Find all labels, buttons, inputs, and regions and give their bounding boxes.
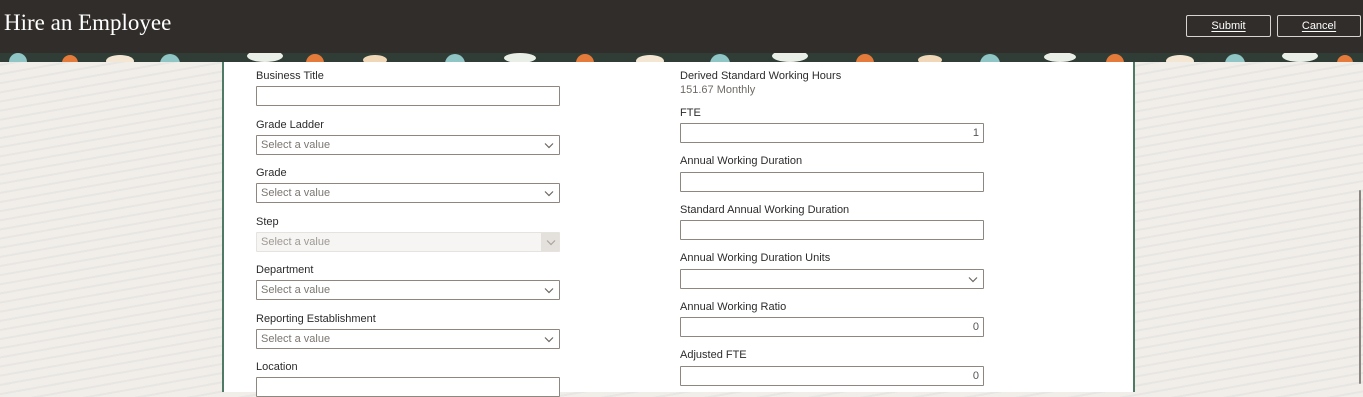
adjusted-fte-input[interactable]: 0 (680, 366, 984, 386)
chevron-down-icon (544, 143, 554, 149)
adjusted-fte-value: 0 (972, 370, 979, 382)
grade-label: Grade (256, 167, 287, 179)
department-label: Department (256, 264, 314, 276)
grade-ladder-placeholder: Select a value (261, 139, 331, 151)
reporting-establishment-placeholder: Select a value (261, 333, 331, 345)
grade-placeholder: Select a value (261, 187, 331, 199)
annual-working-duration-input[interactable] (680, 172, 984, 192)
standard-annual-working-duration-label: Standard Annual Working Duration (680, 204, 850, 216)
department-select[interactable]: Select a value (256, 280, 560, 300)
submit-button-label: Submit (1211, 20, 1246, 32)
scrollbar-thumb[interactable] (1359, 190, 1361, 384)
reporting-establishment-label: Reporting Establishment (256, 313, 376, 325)
location-label: Location (256, 361, 298, 373)
derived-hours-label: Derived Standard Working Hours (680, 70, 842, 82)
grade-select[interactable]: Select a value (256, 183, 560, 203)
chevron-down-icon (544, 337, 554, 343)
location-input[interactable] (256, 377, 560, 397)
derived-hours-value: 151.67 Monthly (680, 84, 756, 96)
chevron-down-icon (968, 277, 978, 283)
annual-working-duration-units-label: Annual Working Duration Units (680, 252, 831, 264)
form-panel: Business Title Grade Ladder Select a val… (222, 62, 1135, 397)
cancel-button[interactable]: Cancel (1277, 15, 1361, 37)
annual-working-ratio-input[interactable]: 0 (680, 317, 984, 337)
standard-annual-working-duration-input[interactable] (680, 220, 984, 240)
annual-working-duration-label: Annual Working Duration (680, 155, 803, 167)
annual-working-duration-units-select[interactable] (680, 269, 984, 289)
step-label: Step (256, 216, 279, 228)
step-dropdown-button (541, 233, 559, 251)
annual-working-ratio-label: Annual Working Ratio (680, 301, 787, 313)
chevron-down-icon (544, 288, 554, 294)
grade-ladder-label: Grade Ladder (256, 119, 324, 131)
fte-label: FTE (680, 107, 701, 119)
page-title: Hire an Employee (4, 10, 172, 35)
cancel-button-label: Cancel (1301, 20, 1337, 32)
step-placeholder: Select a value (261, 236, 331, 248)
fte-input[interactable]: 1 (680, 123, 984, 143)
annual-working-ratio-value: 0 (972, 321, 979, 333)
business-title-label: Business Title (256, 70, 324, 82)
decorative-banner (0, 53, 1363, 62)
fte-value: 1 (972, 127, 979, 139)
submit-button[interactable]: Submit (1186, 15, 1271, 37)
chevron-down-icon (544, 191, 554, 197)
business-title-input[interactable] (256, 86, 560, 106)
chevron-down-icon (546, 240, 556, 246)
department-placeholder: Select a value (261, 284, 331, 296)
page-header: Hire an Employee Submit Cancel (0, 0, 1363, 53)
reporting-establishment-select[interactable]: Select a value (256, 329, 560, 349)
grade-ladder-select[interactable]: Select a value (256, 135, 560, 155)
step-select: Select a value (256, 232, 560, 252)
adjusted-fte-label: Adjusted FTE (680, 349, 747, 361)
